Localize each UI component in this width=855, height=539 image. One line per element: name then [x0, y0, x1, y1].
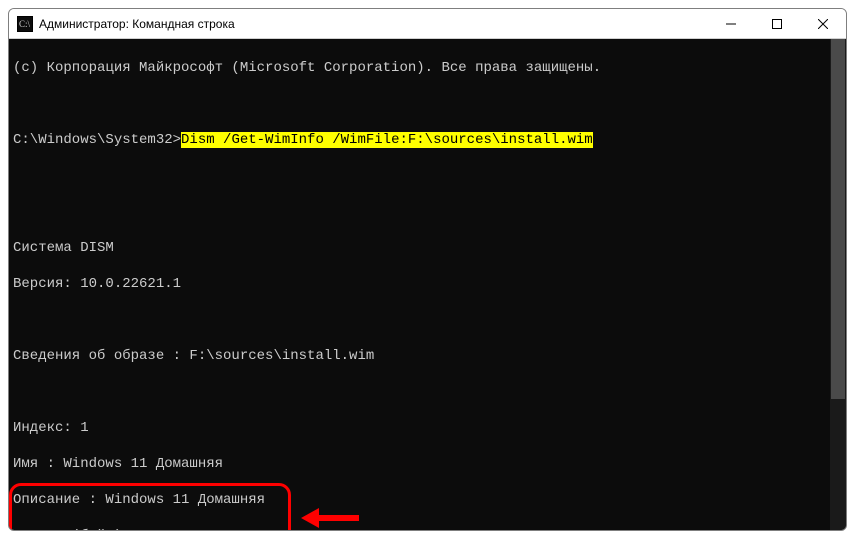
entry-1-name: Имя : Windows 11 Домашняя	[13, 455, 842, 473]
scrollbar[interactable]	[830, 39, 846, 530]
scrollbar-thumb[interactable]	[831, 39, 845, 399]
window-controls	[708, 9, 846, 38]
prompt-path: C:\Windows\System32>	[13, 132, 181, 148]
dism-header: Cистема DISM	[13, 239, 842, 257]
close-button[interactable]	[800, 9, 846, 39]
maximize-button[interactable]	[754, 9, 800, 39]
copyright-line: (c) Корпорация Майкрософт (Microsoft Cor…	[13, 59, 842, 77]
entry-1-size: Размер (байт): 15 793 786 464	[13, 527, 842, 530]
entry-1-desc: Описание : Windows 11 Домашняя	[13, 491, 842, 509]
svg-text:C:\: C:\	[19, 19, 31, 29]
prompt-line: C:\Windows\System32>Dism /Get-WimInfo /W…	[13, 131, 842, 149]
minimize-button[interactable]	[708, 9, 754, 39]
dism-version: Версия: 10.0.22621.1	[13, 275, 842, 293]
terminal-area[interactable]: (c) Корпорация Майкрософт (Microsoft Cor…	[9, 39, 846, 530]
cmd-icon: C:\	[17, 16, 33, 32]
entry-1-index: Индекс: 1	[13, 419, 842, 437]
image-info: Сведения об образе : F:\sources\install.…	[13, 347, 842, 365]
titlebar[interactable]: C:\ Администратор: Командная строка	[9, 9, 846, 39]
cmd-window: C:\ Администратор: Командная строка (c) …	[8, 8, 847, 531]
highlighted-command: Dism /Get-WimInfo /WimFile:F:\sources\in…	[181, 132, 593, 148]
window-title: Администратор: Командная строка	[39, 17, 708, 31]
